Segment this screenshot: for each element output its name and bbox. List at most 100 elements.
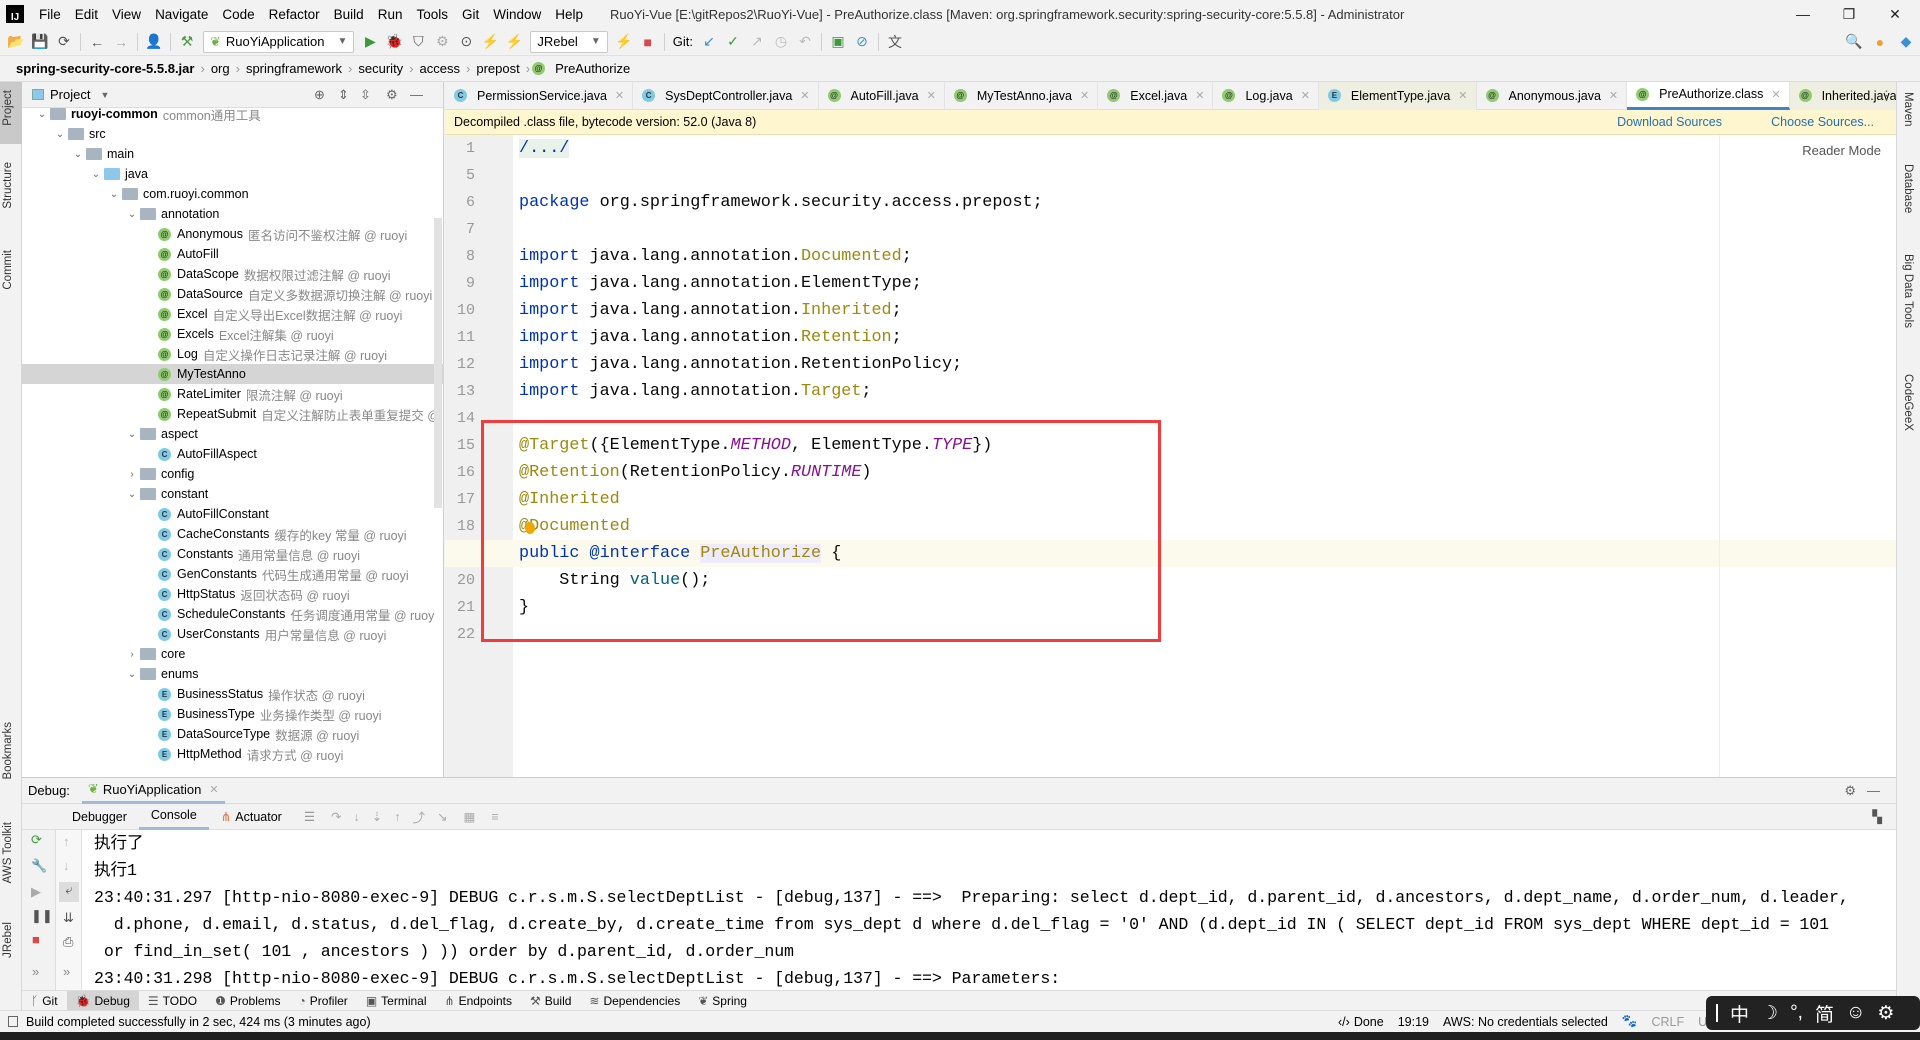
line-separator[interactable]: CRLF	[1651, 1015, 1684, 1029]
tree-item[interactable]: ⌄ com.ruoyi.common	[22, 184, 444, 204]
close-tab-icon[interactable]: ✕	[1609, 89, 1618, 102]
tab-console[interactable]: Console	[138, 804, 209, 830]
tree-item[interactable]: C HttpStatus 返回状态码 @ ruoyi	[22, 584, 444, 604]
project-scrollbar[interactable]	[434, 218, 442, 508]
editor-tab[interactable]: @ MyTestAnno.java ✕	[945, 81, 1099, 110]
jrebel-select[interactable]: JRebel ▼	[530, 30, 608, 53]
tool-window-commit[interactable]: Commit	[2, 250, 14, 290]
tree-item[interactable]: C ScheduleConstants 任务调度通用常量 @ ruoy	[22, 604, 444, 624]
tree-item[interactable]: @ RepeatSubmit 自定义注解防止表单重复提交 @	[22, 404, 444, 424]
code-editor[interactable]: 15678910111213141516171819202122 /.../pa…	[445, 135, 1896, 777]
debug-session-tab[interactable]: ❦ RuoYiApplication ✕	[81, 778, 225, 804]
tree-item[interactable]: @ RateLimiter 限流注解 @ ruoyi	[22, 384, 444, 404]
bottom-tab-todo[interactable]: ☰ TODO	[139, 991, 206, 1011]
breadcrumb-item[interactable]: org	[207, 61, 234, 76]
close-tab-icon[interactable]: ✕	[1080, 89, 1089, 102]
tree-item[interactable]: › config	[22, 464, 444, 484]
tree-item[interactable]: ⌄ main	[22, 144, 444, 164]
bottom-tab-spring[interactable]: ❦ Spring	[689, 991, 756, 1011]
gear-icon[interactable]: ⚙	[1844, 783, 1856, 799]
close-window-button[interactable]: ✕	[1872, 0, 1918, 28]
status-message[interactable]: Build completed successfully in 2 sec, 4…	[26, 1015, 371, 1029]
editor-tab[interactable]: @ Excel.java ✕	[1098, 81, 1214, 110]
bottom-tab-endpoints[interactable]: ⋔ Endpoints	[436, 991, 521, 1011]
close-tab-icon[interactable]: ✕	[1301, 89, 1310, 102]
layout-icon[interactable]: ▚	[1872, 809, 1882, 824]
tool-window-database[interactable]: Database	[1902, 164, 1914, 213]
menu-git[interactable]: Git	[455, 7, 486, 22]
chevron-down-icon[interactable]: ⌄	[124, 429, 140, 440]
step-over-icon[interactable]: ↷	[331, 809, 341, 824]
jrebel-run-icon[interactable]: ⚡	[478, 30, 502, 54]
ime-button[interactable]: ☺	[1846, 1002, 1865, 1024]
debug-icon[interactable]: 🐞	[382, 30, 406, 54]
tool-window-maven[interactable]: Maven	[1902, 92, 1914, 127]
close-tab-icon[interactable]: ✕	[1195, 89, 1204, 102]
tool-window-project[interactable]: Project	[2, 90, 14, 126]
cursor-position[interactable]: 19:19	[1398, 1015, 1429, 1029]
tool-window-big-data-tools[interactable]: Big Data Tools	[1902, 254, 1914, 328]
user-icon[interactable]: 👤	[142, 30, 166, 54]
ime-button[interactable]: 简	[1815, 1000, 1834, 1027]
menu-window[interactable]: Window	[486, 7, 548, 22]
menu-icon[interactable]: ☰	[304, 809, 315, 824]
more-tabs-icon[interactable]: ⋮	[1880, 88, 1893, 104]
bottom-tab-build[interactable]: ⚒ Build	[521, 991, 580, 1011]
evaluate-icon[interactable]: ▦	[464, 809, 476, 824]
tree-item[interactable]: C AutoFillConstant	[22, 504, 444, 524]
update-icon[interactable]: ●	[1868, 30, 1892, 54]
tool-window-structure[interactable]: Structure	[2, 162, 14, 209]
status-done[interactable]: Done	[1354, 1015, 1384, 1029]
tree-item[interactable]: @ DataSource 自定义多数据源切换注解 @ ruoyi	[22, 284, 444, 304]
tree-item[interactable]: E HttpMethod 请求方式 @ ruoyi	[22, 744, 444, 764]
close-tab-icon[interactable]: ✕	[927, 89, 936, 102]
breadcrumb-item[interactable]: springframework	[242, 61, 346, 76]
tool-window-codegeex[interactable]: CodeGeeX	[1902, 374, 1914, 431]
chevron-down-icon[interactable]: ▼	[100, 90, 109, 100]
tree-item[interactable]: C GenConstants 代码生成通用常量 @ ruoyi	[22, 564, 444, 584]
step-out-icon[interactable]: ↑	[394, 810, 400, 824]
menu-help[interactable]: Help	[548, 7, 590, 22]
step-into-icon[interactable]: ↓	[354, 810, 360, 824]
chevron-down-icon[interactable]: ⌄	[124, 209, 140, 220]
breadcrumb-item[interactable]: security	[354, 61, 407, 76]
ime-button[interactable]: ☽	[1761, 1002, 1778, 1025]
close-tab-icon[interactable]: ✕	[615, 89, 624, 102]
open-folder-icon[interactable]: 📂	[4, 30, 28, 54]
bottom-tab-git[interactable]: ᚴ Git	[22, 991, 67, 1011]
bottom-tab-terminal[interactable]: ▣ Terminal	[357, 991, 436, 1011]
restore-button[interactable]: ❐	[1826, 0, 1872, 28]
locate-icon[interactable]: ⊕	[314, 87, 325, 103]
ime-button[interactable]: ⚙	[1877, 1002, 1894, 1025]
hide-icon[interactable]: —	[410, 87, 423, 102]
editor-tab[interactable]: E ElementType.java ✕	[1318, 81, 1477, 110]
git-history-icon[interactable]: ◷	[769, 30, 793, 54]
chevron-right-icon[interactable]: ›	[124, 469, 140, 480]
tree-item[interactable]: @ Excel 自定义导出Excel数据注解 @ ruoyi	[22, 304, 444, 324]
tree-item[interactable]: @ AutoFill	[22, 244, 444, 264]
editor-tab[interactable]: C PermissionService.java ✕	[445, 81, 634, 110]
bottom-tab-debug[interactable]: 🐞 Debug	[66, 990, 139, 1011]
console-output[interactable]: 执行了 执行1 23:40:31.297 [http-nio-8080-exec-9…	[22, 830, 1896, 991]
jrebel-debug-icon[interactable]: ⚡	[502, 30, 526, 54]
forward-icon[interactable]: →	[109, 30, 133, 54]
tree-item[interactable]: ⌄ annotation	[22, 204, 444, 224]
tree-item[interactable]: @ Excels Excel注解集 @ ruoyi	[22, 324, 444, 344]
menu-view[interactable]: View	[105, 7, 148, 22]
reader-mode-button[interactable]: Reader Mode	[1802, 143, 1881, 158]
build-hammer-icon[interactable]: ⚒	[175, 30, 199, 54]
tree-item[interactable]: E DataSourceType 数据源 @ ruoyi	[22, 724, 444, 744]
save-icon[interactable]: 💾	[28, 30, 52, 54]
editor-tab[interactable]: @ AutoFill.java ✕	[819, 81, 945, 110]
menu-run[interactable]: Run	[371, 7, 410, 22]
paw-icon[interactable]: 🐾	[1622, 1014, 1638, 1029]
disable-icon[interactable]: ⊘	[850, 30, 874, 54]
project-view-select[interactable]: Project	[50, 87, 90, 102]
tree-item[interactable]: C AutoFillAspect	[22, 444, 444, 464]
tree-item[interactable]: @ Log 自定义操作日志记录注解 @ ruoyi	[22, 344, 444, 364]
editor-tab[interactable]: @ Log.java ✕	[1213, 81, 1319, 110]
tool-window-jrebel[interactable]: JRebel	[2, 922, 14, 958]
menu-navigate[interactable]: Navigate	[148, 7, 215, 22]
sync-icon[interactable]: ⟳	[52, 30, 76, 54]
coverage-icon[interactable]: ⛉	[406, 30, 430, 54]
